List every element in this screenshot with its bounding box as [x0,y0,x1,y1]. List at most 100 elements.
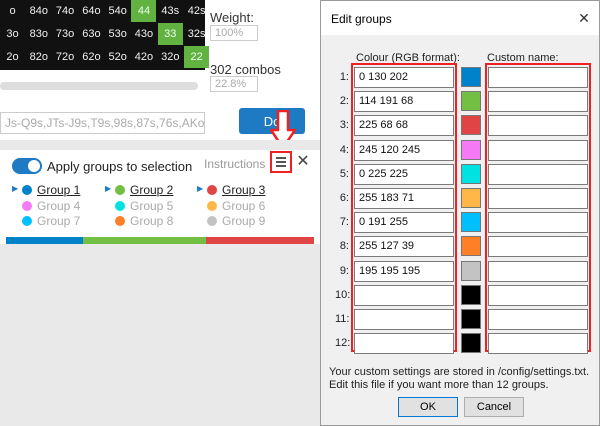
color-swatch[interactable] [461,115,481,136]
group-label: Group 1 [37,183,81,197]
color-swatch[interactable] [461,309,481,329]
group-item[interactable]: Group 5 [115,199,173,213]
hand-cell[interactable]: 32s [184,23,209,45]
custom-name-input[interactable] [488,188,588,209]
custom-name-input[interactable] [488,67,588,88]
custom-name-input[interactable] [488,309,588,330]
weight-input[interactable]: 100% [210,25,258,41]
hand-cell[interactable]: 42s [184,0,209,22]
expand-icon[interactable]: ▶ [105,184,111,193]
hand-cell[interactable]: 83o [26,23,51,45]
hand-cell[interactable]: 53o [105,23,130,45]
hand-cell[interactable]: 2o [0,46,25,68]
custom-name-input[interactable] [488,212,588,234]
hand-cell[interactable]: 64o [79,0,104,22]
hand-cell[interactable]: 62o [79,46,104,68]
rgb-input[interactable]: 195 195 195 [354,260,454,282]
row-number: 6: [339,192,349,204]
group-item[interactable]: Group 6 [207,199,265,213]
hand-cell[interactable]: 44 [131,0,157,22]
hand-cell[interactable]: 73o [53,23,78,45]
hand-cell[interactable]: 52o [105,46,130,68]
weight-slider[interactable] [0,82,198,90]
hand-cell[interactable]: 72o [53,46,78,68]
close-icon[interactable]: ✕ [293,151,313,171]
combos-percent-input[interactable]: 22.8% [210,76,258,92]
color-swatch[interactable] [461,212,481,233]
combos-label: 302 combos [210,62,281,77]
rgb-input[interactable]: 245 120 245 [354,139,454,161]
rgb-input[interactable]: 0 225 225 [354,163,454,185]
hand-cell[interactable]: 74o [53,0,78,22]
rgb-input[interactable] [354,309,454,330]
expand-icon[interactable]: ▶ [12,184,18,193]
group-color-dot [22,216,32,226]
range-text-input[interactable]: Js-Q9s,JTs-J9s,T9s,98s,87s,76s,AKo-A9o [0,112,205,134]
group-color-bar [6,237,314,244]
ok-button[interactable]: OK [398,397,458,417]
color-swatch[interactable] [461,260,481,281]
dialog-title: Edit groups [331,12,392,26]
group-item[interactable]: Group 9 [207,214,265,228]
colorbar-segment [83,237,206,244]
color-swatch[interactable] [461,236,481,257]
cancel-button[interactable]: Cancel [464,397,524,417]
rgb-input[interactable]: 225 68 68 [354,115,454,137]
custom-name-input[interactable] [488,163,588,185]
row-number: 7: [339,216,349,229]
rgb-input[interactable] [354,284,454,306]
color-swatch[interactable] [461,139,481,160]
hand-cell[interactable]: 33 [157,23,183,45]
custom-name-input[interactable] [488,236,588,258]
hand-cell[interactable]: 22 [184,46,210,68]
group-item[interactable]: Group 8 [115,214,173,228]
rgb-input[interactable]: 0 191 255 [354,212,454,234]
grid-row: 3o 83o 73o 63o 53o 43o 33 32s [0,23,210,45]
rgb-input[interactable]: 255 127 39 [354,236,454,258]
settings-note-line1: Your custom settings are stored in /conf… [329,366,590,378]
row-number: 3: [339,119,349,132]
hand-cell[interactable]: 84o [26,0,51,22]
menu-icon[interactable] [270,151,292,173]
rgb-input[interactable]: 0 130 202 [354,67,454,88]
close-icon[interactable]: ✕ [577,10,591,26]
color-swatch[interactable] [461,91,481,112]
group-label: Group 7 [37,214,81,228]
row-number: 5: [339,167,349,180]
custom-name-input[interactable] [488,333,588,355]
hand-cell[interactable]: 54o [105,0,130,22]
instructions-link[interactable]: Instructions [204,157,265,171]
custom-name-input[interactable] [488,284,588,306]
row-number: 1: [339,71,349,83]
color-swatch[interactable] [461,67,481,87]
group-item[interactable]: Group 2 [115,183,173,197]
hand-cell[interactable]: 43s [158,0,183,22]
expand-icon[interactable]: ▶ [197,184,203,193]
color-swatch[interactable] [461,333,481,354]
hand-cell[interactable]: 42o [131,46,156,68]
hand-cell[interactable]: 43o [131,23,156,45]
hand-cell[interactable]: 63o [79,23,104,45]
custom-name-input[interactable] [488,91,588,113]
custom-name-input[interactable] [488,139,588,161]
custom-name-input[interactable] [488,260,588,282]
color-swatch[interactable] [461,188,481,208]
hand-cell[interactable]: o [0,0,25,22]
color-swatch[interactable] [461,163,481,184]
group-item[interactable]: Group 4 [22,199,80,213]
group-color-dot [207,216,217,226]
group-item[interactable]: Group 3 [207,183,265,197]
group-label: Group 9 [222,214,266,228]
color-swatch[interactable] [461,284,481,305]
row-number: 8: [339,240,349,253]
group-item[interactable]: Group 7 [22,214,80,228]
custom-name-input[interactable] [488,115,588,137]
group-item[interactable]: Group 1 [22,183,80,197]
hand-cell[interactable]: 32o [158,46,183,68]
rgb-input[interactable]: 114 191 68 [354,91,454,113]
rgb-input[interactable] [354,333,454,355]
hand-cell[interactable]: 82o [26,46,51,68]
hand-cell[interactable]: 3o [0,23,25,45]
apply-groups-toggle[interactable] [12,158,42,174]
rgb-input[interactable]: 255 183 71 [354,188,454,209]
